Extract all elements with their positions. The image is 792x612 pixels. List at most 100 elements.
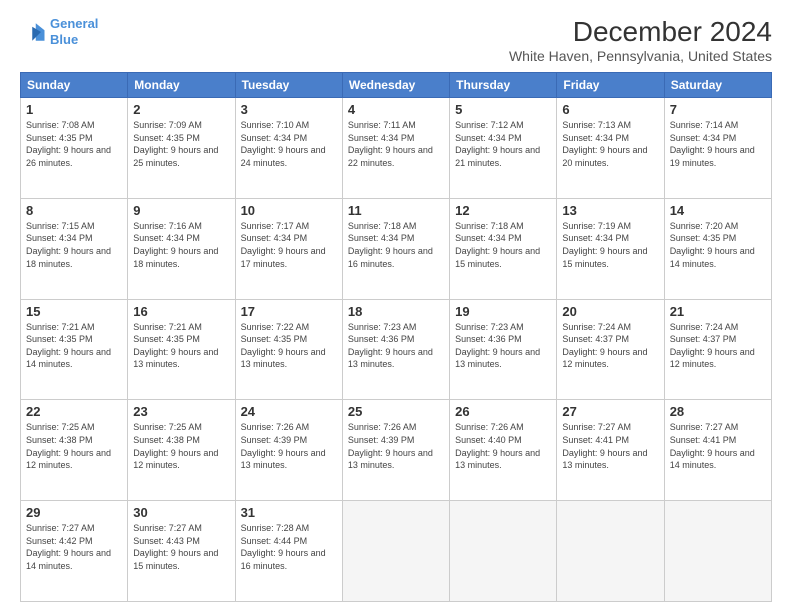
table-row: 17 Sunrise: 7:22 AMSunset: 4:35 PMDaylig… bbox=[235, 299, 342, 400]
table-row: 1 Sunrise: 7:08 AMSunset: 4:35 PMDayligh… bbox=[21, 98, 128, 199]
day-number: 28 bbox=[670, 404, 766, 419]
logo-icon bbox=[20, 18, 48, 46]
day-info: Sunrise: 7:27 AMSunset: 4:41 PMDaylight:… bbox=[562, 422, 647, 470]
col-friday: Friday bbox=[557, 73, 664, 98]
day-number: 21 bbox=[670, 304, 766, 319]
table-row: 8 Sunrise: 7:15 AMSunset: 4:34 PMDayligh… bbox=[21, 198, 128, 299]
day-info: Sunrise: 7:21 AMSunset: 4:35 PMDaylight:… bbox=[26, 322, 111, 370]
day-info: Sunrise: 7:24 AMSunset: 4:37 PMDaylight:… bbox=[670, 322, 755, 370]
day-number: 30 bbox=[133, 505, 229, 520]
day-info: Sunrise: 7:23 AMSunset: 4:36 PMDaylight:… bbox=[348, 322, 433, 370]
logo-line1: General bbox=[50, 16, 98, 31]
day-info: Sunrise: 7:10 AMSunset: 4:34 PMDaylight:… bbox=[241, 120, 326, 168]
day-number: 6 bbox=[562, 102, 658, 117]
table-row: 14 Sunrise: 7:20 AMSunset: 4:35 PMDaylig… bbox=[664, 198, 771, 299]
day-info: Sunrise: 7:28 AMSunset: 4:44 PMDaylight:… bbox=[241, 523, 326, 571]
table-row: 21 Sunrise: 7:24 AMSunset: 4:37 PMDaylig… bbox=[664, 299, 771, 400]
day-info: Sunrise: 7:27 AMSunset: 4:43 PMDaylight:… bbox=[133, 523, 218, 571]
day-info: Sunrise: 7:18 AMSunset: 4:34 PMDaylight:… bbox=[455, 221, 540, 269]
table-row: 10 Sunrise: 7:17 AMSunset: 4:34 PMDaylig… bbox=[235, 198, 342, 299]
day-number: 20 bbox=[562, 304, 658, 319]
day-info: Sunrise: 7:26 AMSunset: 4:40 PMDaylight:… bbox=[455, 422, 540, 470]
day-number: 5 bbox=[455, 102, 551, 117]
logo-text: General Blue bbox=[50, 16, 98, 47]
day-info: Sunrise: 7:17 AMSunset: 4:34 PMDaylight:… bbox=[241, 221, 326, 269]
table-row bbox=[450, 501, 557, 602]
table-row: 29 Sunrise: 7:27 AMSunset: 4:42 PMDaylig… bbox=[21, 501, 128, 602]
table-row: 12 Sunrise: 7:18 AMSunset: 4:34 PMDaylig… bbox=[450, 198, 557, 299]
day-number: 24 bbox=[241, 404, 337, 419]
table-row: 5 Sunrise: 7:12 AMSunset: 4:34 PMDayligh… bbox=[450, 98, 557, 199]
day-number: 10 bbox=[241, 203, 337, 218]
day-number: 8 bbox=[26, 203, 122, 218]
logo-line2: Blue bbox=[50, 32, 78, 47]
day-number: 13 bbox=[562, 203, 658, 218]
day-number: 1 bbox=[26, 102, 122, 117]
day-info: Sunrise: 7:25 AMSunset: 4:38 PMDaylight:… bbox=[133, 422, 218, 470]
day-number: 23 bbox=[133, 404, 229, 419]
table-row: 6 Sunrise: 7:13 AMSunset: 4:34 PMDayligh… bbox=[557, 98, 664, 199]
table-row: 9 Sunrise: 7:16 AMSunset: 4:34 PMDayligh… bbox=[128, 198, 235, 299]
table-row: 18 Sunrise: 7:23 AMSunset: 4:36 PMDaylig… bbox=[342, 299, 449, 400]
day-number: 16 bbox=[133, 304, 229, 319]
day-info: Sunrise: 7:26 AMSunset: 4:39 PMDaylight:… bbox=[348, 422, 433, 470]
day-number: 31 bbox=[241, 505, 337, 520]
day-number: 17 bbox=[241, 304, 337, 319]
day-info: Sunrise: 7:19 AMSunset: 4:34 PMDaylight:… bbox=[562, 221, 647, 269]
table-row: 23 Sunrise: 7:25 AMSunset: 4:38 PMDaylig… bbox=[128, 400, 235, 501]
table-row: 20 Sunrise: 7:24 AMSunset: 4:37 PMDaylig… bbox=[557, 299, 664, 400]
col-sunday: Sunday bbox=[21, 73, 128, 98]
day-number: 3 bbox=[241, 102, 337, 117]
table-row bbox=[664, 501, 771, 602]
page: General Blue December 2024 White Haven, … bbox=[0, 0, 792, 612]
subtitle: White Haven, Pennsylvania, United States bbox=[509, 48, 772, 64]
table-row: 24 Sunrise: 7:26 AMSunset: 4:39 PMDaylig… bbox=[235, 400, 342, 501]
table-row: 31 Sunrise: 7:28 AMSunset: 4:44 PMDaylig… bbox=[235, 501, 342, 602]
table-row: 30 Sunrise: 7:27 AMSunset: 4:43 PMDaylig… bbox=[128, 501, 235, 602]
day-info: Sunrise: 7:09 AMSunset: 4:35 PMDaylight:… bbox=[133, 120, 218, 168]
day-info: Sunrise: 7:16 AMSunset: 4:34 PMDaylight:… bbox=[133, 221, 218, 269]
table-row: 13 Sunrise: 7:19 AMSunset: 4:34 PMDaylig… bbox=[557, 198, 664, 299]
main-title: December 2024 bbox=[509, 16, 772, 48]
table-row: 26 Sunrise: 7:26 AMSunset: 4:40 PMDaylig… bbox=[450, 400, 557, 501]
calendar-table: Sunday Monday Tuesday Wednesday Thursday… bbox=[20, 72, 772, 602]
day-info: Sunrise: 7:13 AMSunset: 4:34 PMDaylight:… bbox=[562, 120, 647, 168]
day-info: Sunrise: 7:24 AMSunset: 4:37 PMDaylight:… bbox=[562, 322, 647, 370]
header: General Blue December 2024 White Haven, … bbox=[20, 16, 772, 64]
day-info: Sunrise: 7:20 AMSunset: 4:35 PMDaylight:… bbox=[670, 221, 755, 269]
day-info: Sunrise: 7:26 AMSunset: 4:39 PMDaylight:… bbox=[241, 422, 326, 470]
col-monday: Monday bbox=[128, 73, 235, 98]
table-row: 16 Sunrise: 7:21 AMSunset: 4:35 PMDaylig… bbox=[128, 299, 235, 400]
day-number: 22 bbox=[26, 404, 122, 419]
day-number: 4 bbox=[348, 102, 444, 117]
calendar-header-row: Sunday Monday Tuesday Wednesday Thursday… bbox=[21, 73, 772, 98]
day-number: 29 bbox=[26, 505, 122, 520]
logo: General Blue bbox=[20, 16, 98, 47]
table-row: 22 Sunrise: 7:25 AMSunset: 4:38 PMDaylig… bbox=[21, 400, 128, 501]
day-number: 26 bbox=[455, 404, 551, 419]
day-info: Sunrise: 7:23 AMSunset: 4:36 PMDaylight:… bbox=[455, 322, 540, 370]
col-wednesday: Wednesday bbox=[342, 73, 449, 98]
col-thursday: Thursday bbox=[450, 73, 557, 98]
day-info: Sunrise: 7:14 AMSunset: 4:34 PMDaylight:… bbox=[670, 120, 755, 168]
table-row: 28 Sunrise: 7:27 AMSunset: 4:41 PMDaylig… bbox=[664, 400, 771, 501]
day-number: 12 bbox=[455, 203, 551, 218]
table-row: 3 Sunrise: 7:10 AMSunset: 4:34 PMDayligh… bbox=[235, 98, 342, 199]
table-row: 4 Sunrise: 7:11 AMSunset: 4:34 PMDayligh… bbox=[342, 98, 449, 199]
col-tuesday: Tuesday bbox=[235, 73, 342, 98]
day-number: 11 bbox=[348, 203, 444, 218]
day-number: 7 bbox=[670, 102, 766, 117]
table-row: 2 Sunrise: 7:09 AMSunset: 4:35 PMDayligh… bbox=[128, 98, 235, 199]
table-row: 15 Sunrise: 7:21 AMSunset: 4:35 PMDaylig… bbox=[21, 299, 128, 400]
day-number: 27 bbox=[562, 404, 658, 419]
table-row: 11 Sunrise: 7:18 AMSunset: 4:34 PMDaylig… bbox=[342, 198, 449, 299]
day-number: 15 bbox=[26, 304, 122, 319]
day-info: Sunrise: 7:25 AMSunset: 4:38 PMDaylight:… bbox=[26, 422, 111, 470]
day-number: 9 bbox=[133, 203, 229, 218]
day-info: Sunrise: 7:15 AMSunset: 4:34 PMDaylight:… bbox=[26, 221, 111, 269]
day-number: 25 bbox=[348, 404, 444, 419]
title-block: December 2024 White Haven, Pennsylvania,… bbox=[509, 16, 772, 64]
table-row: 19 Sunrise: 7:23 AMSunset: 4:36 PMDaylig… bbox=[450, 299, 557, 400]
day-info: Sunrise: 7:27 AMSunset: 4:42 PMDaylight:… bbox=[26, 523, 111, 571]
day-info: Sunrise: 7:11 AMSunset: 4:34 PMDaylight:… bbox=[348, 120, 433, 168]
